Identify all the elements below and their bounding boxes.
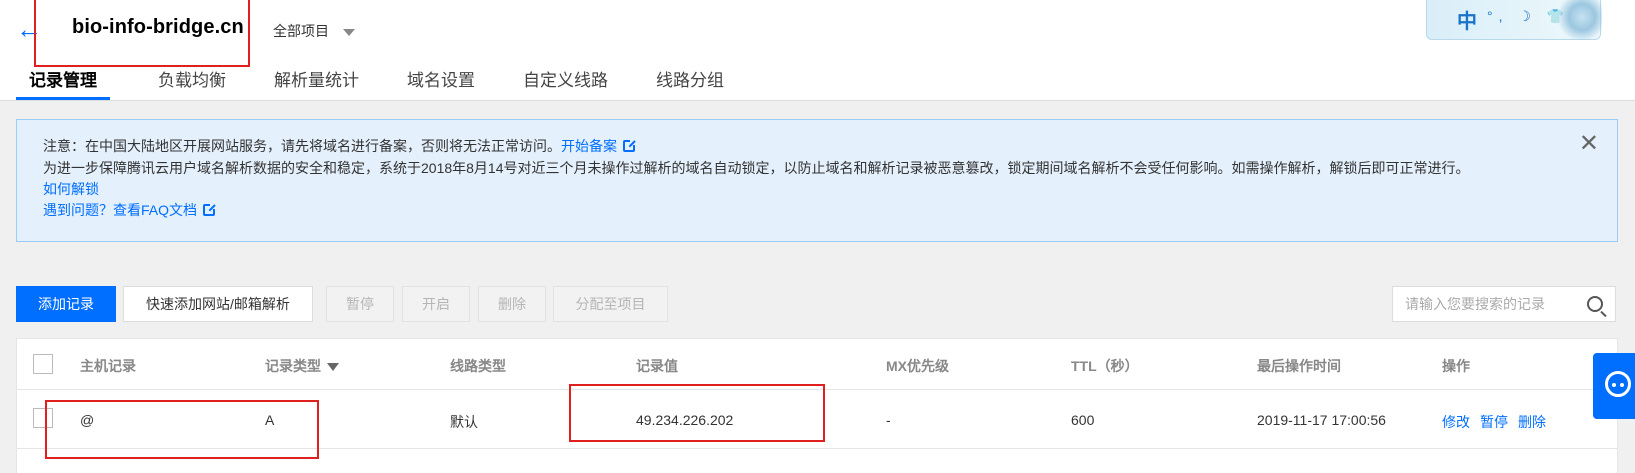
search-box — [1392, 286, 1616, 322]
tab-load-balancing[interactable]: 负载均衡 — [158, 70, 226, 100]
tab-bar: 记录管理 负载均衡 解析量统计 域名设置 自定义线路 线路分组 — [16, 70, 772, 100]
arrow-left-icon[interactable]: ← — [16, 14, 42, 44]
language-icon: 中 — [1457, 11, 1477, 33]
notice-line-2: 为进一步保障腾讯云用户域名解析数据的安全和稳定，系统于2018年8月14号对近三… — [43, 160, 1470, 176]
assign-project-button[interactable]: 分配至项目 — [553, 286, 668, 322]
column-header-type-label: 记录类型 — [265, 358, 321, 374]
domain-title: bio-info-bridge.cn — [72, 16, 244, 38]
project-selector-label: 全部项目 — [273, 23, 329, 39]
column-header-ttl: TTL（秒） — [1071, 358, 1139, 374]
external-link-icon — [203, 203, 217, 216]
table-row: @ A 默认 49.234.226.202 - 600 2019-11-17 1… — [17, 390, 1617, 449]
chevron-down-icon — [343, 28, 355, 36]
customer-service-button[interactable] — [1593, 353, 1635, 419]
notice-filing-text: 注意：在中国大陆地区开展网站服务，请先将域名进行备案，否则将无法正常访问。 — [43, 138, 561, 154]
close-icon[interactable]: ✕ — [1579, 132, 1599, 156]
notice-line-3: 如何解锁 — [43, 179, 99, 199]
cell-time: 2019-11-17 17:00:56 — [1257, 412, 1386, 428]
pause-button[interactable]: 暂停 — [326, 286, 394, 322]
cell-mx: - — [886, 412, 891, 428]
tab-resolution-stats[interactable]: 解析量统计 — [274, 70, 359, 100]
notice-line-1: 注意：在中国大陆地区开展网站服务，请先将域名进行备案，否则将无法正常访问。开始备… — [43, 136, 636, 156]
row-checkbox[interactable] — [33, 408, 53, 428]
tab-record-management[interactable]: 记录管理 — [16, 70, 110, 100]
start-filing-link[interactable]: 开始备案 — [561, 138, 617, 154]
project-selector[interactable]: 全部项目 — [273, 21, 355, 41]
pause-link[interactable]: 暂停 — [1480, 414, 1508, 430]
skin-badge[interactable]: 中 °, ☽ 👕 — [1426, 0, 1602, 40]
add-record-button[interactable]: 添加记录 — [16, 286, 116, 322]
help-question-text: 遇到问题？ — [43, 202, 113, 218]
tab-custom-lines[interactable]: 自定义线路 — [523, 70, 608, 100]
delete-link[interactable]: 删除 — [1518, 414, 1546, 430]
column-header-ops: 操作 — [1442, 358, 1470, 374]
table-header: 主机记录 记录类型 线路类型 记录值 MX优先级 TTL（秒） 最后操作时间 操… — [17, 339, 1617, 390]
customer-service-icon — [1605, 371, 1631, 397]
cell-type: A — [265, 412, 275, 428]
faq-link[interactable]: 查看FAQ文档 — [113, 202, 197, 218]
cell-ttl: 600 — [1071, 412, 1095, 428]
column-header-mx: MX优先级 — [886, 358, 949, 374]
column-header-time: 最后操作时间 — [1257, 358, 1341, 374]
records-table: 主机记录 记录类型 线路类型 记录值 MX优先级 TTL（秒） 最后操作时间 操… — [16, 338, 1618, 473]
cell-host: @ — [80, 412, 95, 428]
tab-domain-settings[interactable]: 域名设置 — [407, 70, 475, 100]
notice-banner: 注意：在中国大陆地区开展网站服务，请先将域名进行备案，否则将无法正常访问。开始备… — [16, 119, 1618, 242]
edit-link[interactable]: 修改 — [1442, 414, 1470, 430]
cell-value: 49.234.226.202 — [636, 412, 734, 428]
quick-add-button[interactable]: 快速添加网站/邮箱解析 — [123, 286, 313, 322]
column-header-value: 记录值 — [636, 358, 678, 374]
notice-line-4: 遇到问题？查看FAQ文档 — [43, 200, 217, 220]
filter-icon[interactable] — [327, 363, 339, 372]
how-to-unlock-link[interactable]: 如何解锁 — [43, 181, 99, 197]
tab-line-groups[interactable]: 线路分组 — [656, 70, 724, 100]
column-header-line: 线路类型 — [450, 358, 506, 374]
cell-ops: 修改 暂停 删除 — [1442, 412, 1556, 432]
search-input[interactable] — [1405, 287, 1585, 321]
column-header-type: 记录类型 — [265, 356, 339, 376]
delete-button[interactable]: 删除 — [478, 286, 546, 322]
column-header-host: 主机记录 — [80, 358, 136, 374]
select-all-checkbox[interactable] — [33, 354, 53, 374]
cell-line: 默认 — [450, 414, 478, 430]
enable-button[interactable]: 开启 — [402, 286, 470, 322]
external-link-icon — [623, 139, 636, 152]
flower-decoration-icon — [1552, 0, 1602, 40]
search-icon[interactable] — [1587, 296, 1603, 312]
page-header: ← bio-info-bridge.cn 全部项目 中 °, ☽ 👕 记录管理 … — [0, 0, 1635, 101]
